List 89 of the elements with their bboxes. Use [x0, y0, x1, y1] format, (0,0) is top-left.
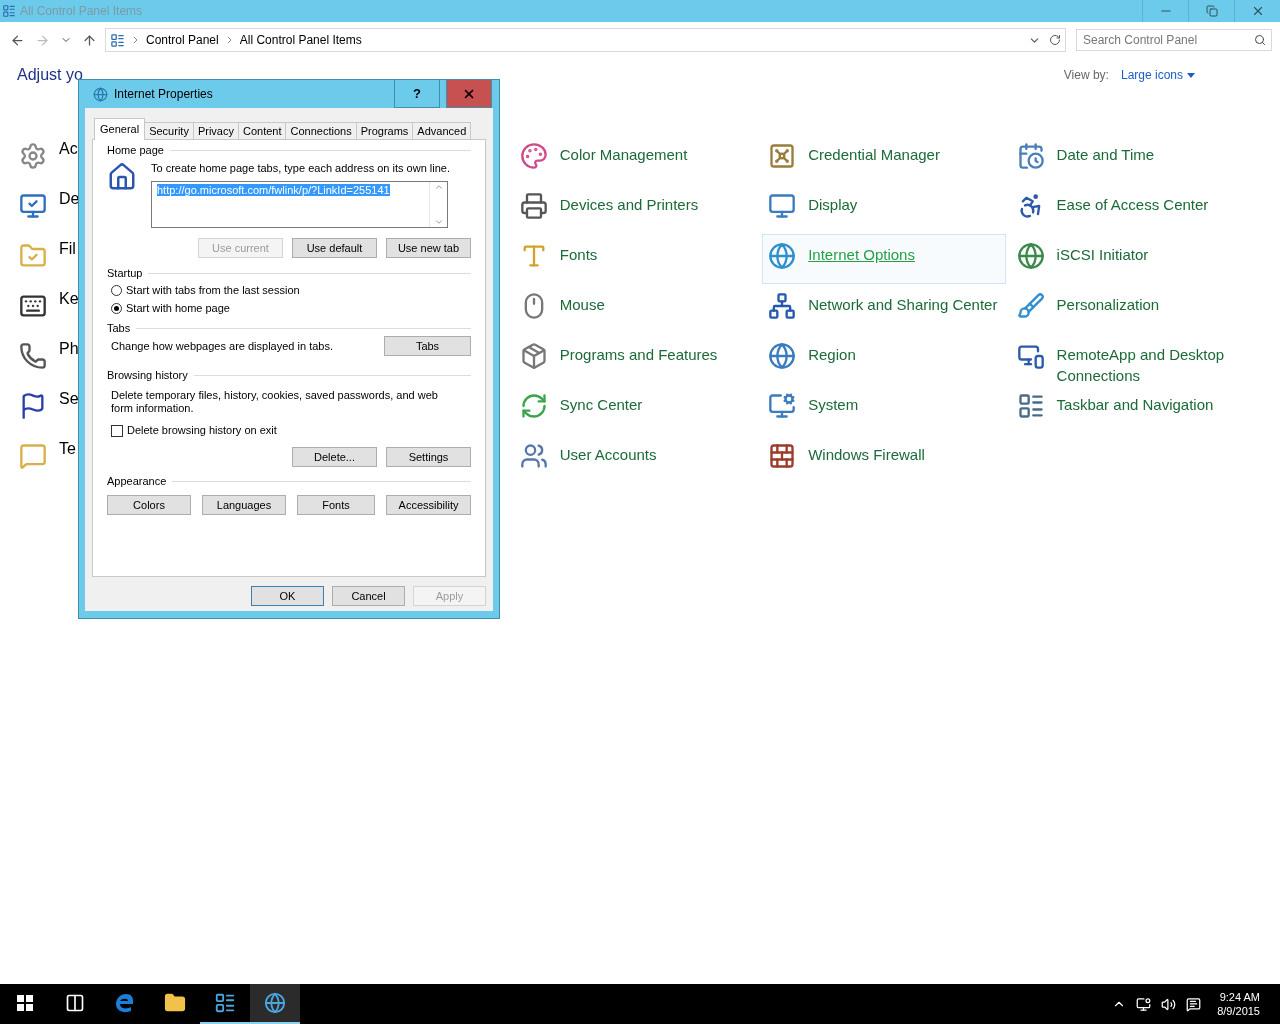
tab[interactable]: Advanced — [412, 122, 472, 140]
address-bar[interactable]: Control Panel All Control Panel Items — [105, 28, 1066, 52]
control-panel-item[interactable]: Sync Center — [513, 384, 758, 434]
control-panel-item[interactable]: Taskbar and Navigation — [1010, 384, 1255, 434]
refresh-icon[interactable] — [1049, 34, 1061, 46]
dialog-button[interactable]: Use default — [292, 238, 377, 258]
dialog-button[interactable]: OK — [251, 586, 324, 606]
control-panel-icon — [214, 992, 236, 1014]
dialog-button[interactable]: Fonts — [297, 495, 375, 515]
group-title: Home page — [107, 144, 164, 156]
control-panel-item[interactable]: Ease of Access Center — [1010, 184, 1255, 234]
control-panel-item[interactable]: Te — [13, 434, 93, 484]
control-panel-item[interactable]: Fil — [13, 234, 93, 284]
dialog-button[interactable]: Accessibility — [386, 495, 471, 515]
control-panel-item[interactable]: Ac — [13, 134, 93, 184]
radio-label: Start with tabs from the last session — [126, 284, 300, 297]
control-panel-item[interactable]: De — [13, 184, 93, 234]
control-panel-item[interactable]: RemoteApp and Desktop Connections — [1010, 334, 1255, 384]
control-panel-item[interactable]: Programs and Features — [513, 334, 758, 384]
control-panel-item[interactable]: Devices and Printers — [513, 184, 758, 234]
group-title: Appearance — [107, 475, 167, 487]
control-panel-item[interactable]: Credential Manager — [762, 134, 1007, 184]
dialog-button[interactable]: Languages — [202, 495, 286, 515]
globe-icon — [93, 86, 108, 102]
checkbox[interactable] — [111, 424, 123, 437]
control-panel-item[interactable]: Personalization — [1010, 284, 1255, 334]
description-text: Delete temporary files, history, cookies, saved passwords, and web form information. — [111, 389, 439, 415]
control-panel-item[interactable]: Color Management — [513, 134, 758, 184]
taskbar-button[interactable] — [250, 984, 300, 1024]
view-by-dropdown[interactable]: Large icons — [1120, 68, 1195, 82]
folder-icon — [164, 992, 186, 1014]
tab[interactable]: Privacy — [192, 122, 239, 140]
notifications-icon[interactable] — [1186, 996, 1202, 1012]
search-field[interactable]: Search Control Panel — [1076, 29, 1272, 51]
control-panel-item[interactable]: Region — [762, 334, 1007, 384]
radio-button[interactable] — [111, 285, 122, 296]
page-heading: Adjust yo — [17, 66, 83, 84]
control-panel-item[interactable]: Fonts — [513, 234, 758, 284]
control-panel-item[interactable]: Mouse — [513, 284, 758, 334]
right-arrow-icon — [35, 32, 50, 48]
control-panel-item[interactable]: Network and Sharing Center — [762, 284, 1007, 334]
group-title: Startup — [107, 267, 143, 279]
control-panel-icon — [2, 4, 16, 18]
chevron-icon — [133, 36, 138, 44]
control-panel-item[interactable]: Windows Firewall — [762, 434, 1007, 484]
description-text: Change how webpages are displayed in tabs. — [111, 339, 333, 353]
tab[interactable]: General — [94, 118, 146, 140]
control-panel-item[interactable]: iSCSI Initiator — [1010, 234, 1255, 284]
control-panel-item[interactable]: Ph — [13, 334, 93, 384]
tab[interactable]: Security — [144, 122, 194, 140]
dialog-button[interactable]: Cancel — [332, 586, 405, 606]
caret-icon — [1187, 72, 1195, 78]
tab[interactable]: Programs — [355, 122, 414, 140]
dialog-button[interactable]: Delete... — [292, 447, 377, 467]
hint-text: To create home page tabs, type each address on its own line. — [151, 162, 450, 175]
dialog-button[interactable]: Tabs — [384, 336, 471, 356]
radio-label: Start with home page — [126, 302, 230, 315]
control-panel-icon — [110, 32, 125, 48]
control-panel-item[interactable]: Date and Time — [1010, 134, 1255, 184]
view-by-label: View by: — [1063, 68, 1109, 82]
radio-button[interactable] — [111, 303, 122, 314]
close-button[interactable] — [446, 80, 492, 108]
dialog-title: Internet Properties — [114, 87, 214, 101]
dialog-button[interactable]: Use new tab — [386, 238, 471, 258]
phone-icon — [17, 340, 49, 372]
globe-icon — [264, 992, 286, 1014]
control-panel-item[interactable]: Se — [13, 384, 93, 434]
browser-e-icon — [114, 992, 136, 1014]
chevron-icon — [226, 36, 232, 44]
breadcrumb[interactable]: Control Panel — [146, 33, 219, 47]
volume-icon[interactable] — [1161, 996, 1177, 1012]
search-icon — [1254, 34, 1266, 46]
windows-logo-icon — [17, 995, 33, 1011]
checkbox-label: Delete browsing history on exit — [127, 424, 277, 437]
restore-icon — [1205, 5, 1218, 17]
control-panel-item[interactable]: Display — [762, 184, 1007, 234]
group-title: Browsing history — [107, 369, 188, 381]
dialog-button[interactable]: Settings — [386, 447, 471, 467]
control-panel-item[interactable]: Ke — [13, 284, 93, 334]
help-button[interactable]: ? — [394, 80, 440, 108]
group-title: Tabs — [107, 322, 131, 334]
control-panel-item[interactable]: System — [762, 384, 1007, 434]
dialog-button[interactable]: Colors — [107, 495, 191, 515]
breadcrumb[interactable]: All Control Panel Items — [239, 33, 362, 47]
window-title: All Control Panel Items — [20, 4, 144, 18]
network-icon[interactable] — [1136, 996, 1152, 1012]
clock[interactable]: 9:24 AM 8/9/2015 — [1211, 990, 1260, 1018]
control-panel-item[interactable]: User Accounts — [513, 434, 758, 484]
task-view-icon — [65, 993, 85, 1013]
